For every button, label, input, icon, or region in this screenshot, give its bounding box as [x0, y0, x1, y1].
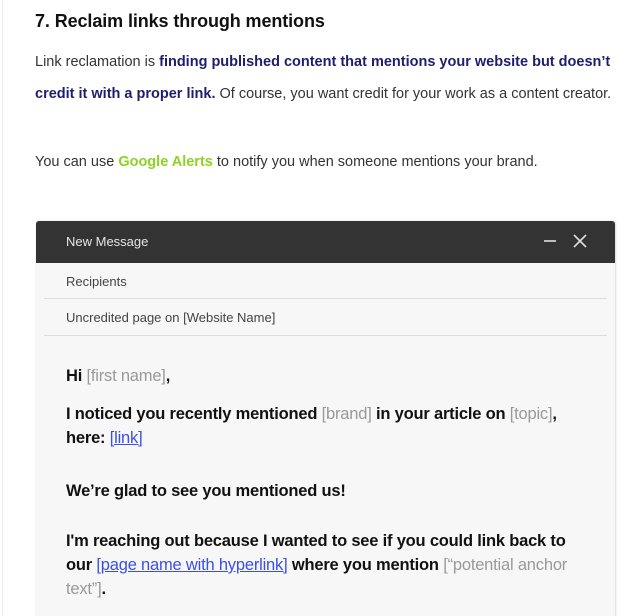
mention-text-2: in your article on [371, 405, 510, 423]
email-line-mention: I noticed you recently mentioned [brand]… [66, 402, 586, 450]
tool-text: You can use [35, 154, 119, 170]
intro-paragraph: Link reclamation is finding published co… [35, 46, 625, 110]
window-controls [541, 230, 589, 252]
close-button[interactable] [571, 230, 589, 252]
tool-text-suffix: to notify you when someone mentions your… [212, 154, 538, 170]
email-header: New Message [36, 221, 615, 263]
email-line-glad: We’re glad to see you mentioned us! [66, 482, 346, 500]
field-divider [44, 335, 607, 336]
email-line-request: I'm reaching out because I wanted to see… [66, 529, 586, 601]
minimize-button[interactable] [541, 230, 559, 252]
minimize-icon [544, 240, 556, 242]
greeting-text: Hi [66, 367, 87, 385]
email-greeting: Hi [first name], [66, 364, 586, 388]
subject-field[interactable]: Uncredited page on [Website Name] [66, 310, 275, 325]
email-compose-window: New Message Recipients Uncredited page o… [36, 221, 616, 616]
intro-text-suffix: Of course, you want credit for your work… [215, 86, 612, 102]
brand-placeholder: [brand] [321, 405, 372, 423]
greeting-comma: , [165, 367, 171, 385]
request-period: . [101, 580, 106, 598]
tool-paragraph: You can use Google Alerts to notify you … [35, 150, 538, 174]
intro-text: Link reclamation is [35, 54, 160, 70]
mention-text: I noticed you recently mentioned [66, 405, 322, 423]
email-title: New Message [66, 234, 149, 249]
close-icon [573, 234, 587, 248]
recipients-field[interactable]: Recipients [66, 274, 127, 289]
first-name-placeholder: [first name] [86, 367, 166, 385]
topic-placeholder: [topic] [509, 405, 553, 423]
field-divider [44, 298, 607, 299]
section-heading: 7. Reclaim links through mentions [35, 11, 325, 31]
page-hyperlink[interactable]: [page name with hyperlink] [96, 556, 287, 574]
page-left-border [2, 0, 3, 616]
google-alerts-link[interactable]: Google Alerts [118, 154, 213, 170]
article-link[interactable]: [link] [110, 429, 143, 447]
request-text-2: where you mention [287, 556, 444, 574]
